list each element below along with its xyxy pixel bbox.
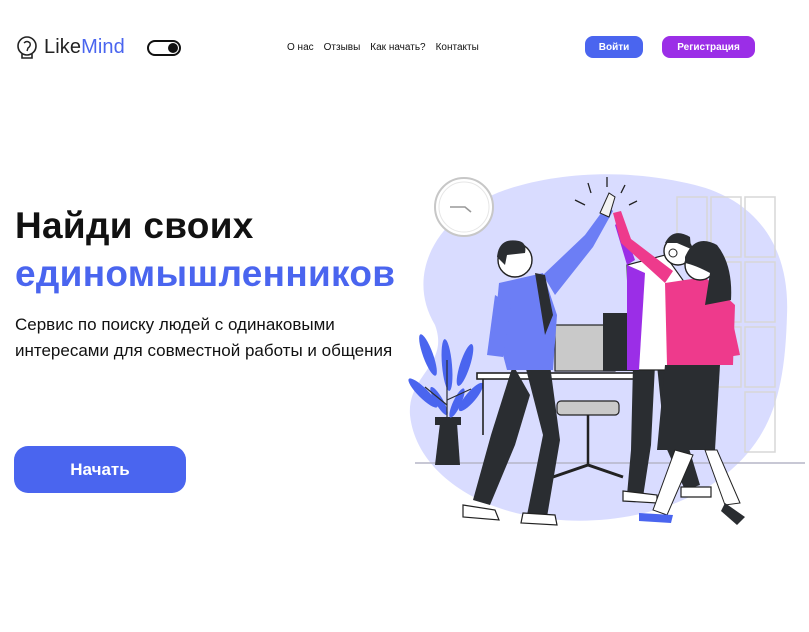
logo[interactable]: LikeMind — [14, 34, 125, 60]
nav-item-contacts[interactable]: Контакты — [436, 42, 479, 53]
register-button[interactable]: Регистрация — [662, 36, 755, 58]
logo-text-mind: Mind — [81, 36, 125, 58]
nav-item-reviews[interactable]: Отзывы — [324, 42, 361, 53]
nav-item-how-to-start[interactable]: Как начать? — [370, 42, 425, 53]
clock-icon — [434, 177, 494, 237]
high-five-illustration — [408, 174, 805, 526]
hero-title: Найди своих единомышленников — [15, 202, 395, 298]
hero-title-line1: Найди своих — [15, 205, 254, 246]
nav-item-about[interactable]: О нас — [287, 42, 314, 53]
toggle-knob — [168, 43, 178, 53]
site-header: LikeMind О нас Отзывы Как начать? Контак… — [0, 0, 809, 96]
main-nav: О нас Отзывы Как начать? Контакты — [287, 42, 479, 53]
theme-toggle-icon[interactable] — [147, 40, 181, 56]
hero-title-line2: единомышленников — [15, 253, 396, 294]
login-button[interactable]: Войти — [585, 36, 643, 58]
logo-text-like: Like — [44, 36, 82, 58]
hero-subtitle: Сервис по поиску людей с одинаковыми инт… — [15, 315, 393, 360]
lightbulb-head-icon — [17, 36, 37, 59]
landing-page: LikeMind О нас Отзывы Как начать? Контак… — [0, 0, 809, 632]
start-button[interactable]: Начать — [14, 446, 186, 493]
logo-text: LikeMind — [44, 34, 125, 60]
